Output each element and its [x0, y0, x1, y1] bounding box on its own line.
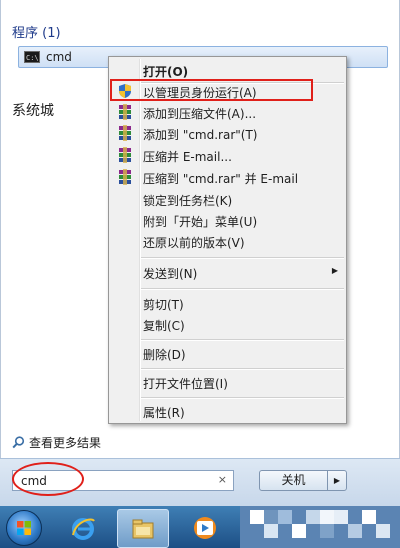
menu-item-label: 复制(C) [143, 319, 185, 333]
menu-item-open[interactable]: 打开(O) [111, 60, 344, 81]
search-icon [12, 436, 25, 449]
menu-item-label: 压缩到 "cmd.rar" 并 E-mail [143, 172, 299, 186]
search-input-value: cmd [21, 473, 47, 488]
menu-item-pin-to-start[interactable]: 附到「开始」菜单(U) [111, 210, 344, 231]
windows-logo-icon [17, 521, 31, 535]
menu-item-label: 还原以前的版本(V) [143, 236, 245, 250]
see-more-label: 查看更多结果 [29, 436, 102, 450]
ie-icon [72, 518, 95, 540]
winrar-icon [119, 104, 131, 120]
shield-icon [119, 84, 131, 98]
watermark-text: 系统城 [12, 103, 54, 119]
menu-separator [141, 339, 344, 341]
menu-item-copy[interactable]: 复制(C) [111, 314, 344, 335]
menu-item-label: 附到「开始」菜单(U) [143, 215, 258, 229]
menu-item-label: 压缩并 E-mail... [143, 150, 232, 164]
menu-item-run-as-admin[interactable]: 以管理员身份运行(A) [111, 81, 344, 102]
shutdown-button-group: 关机 ▶ [259, 470, 347, 491]
menu-item-add-to-archive[interactable]: 添加到压缩文件(A)... [111, 102, 344, 123]
shutdown-button[interactable]: 关机 [260, 471, 328, 490]
media-player-icon [194, 517, 216, 539]
menu-item-compress-and-email[interactable]: 压缩并 E-mail... [111, 145, 344, 166]
submenu-arrow-icon: ▶ [331, 266, 338, 275]
menu-item-label: 锁定到任务栏(K) [143, 194, 233, 208]
menu-item-label: 属性(R) [143, 406, 185, 420]
menu-separator [141, 257, 344, 259]
menu-item-label: 打开文件位置(I) [143, 377, 228, 391]
taskbar-media-player-button[interactable] [180, 509, 230, 546]
menu-item-label: 添加到 "cmd.rar"(T) [143, 128, 258, 142]
menu-item-label: 删除(D) [143, 348, 186, 362]
menu-item-label: 添加到压缩文件(A)... [143, 107, 257, 121]
menu-item-label: 打开(O) [143, 65, 189, 79]
menu-separator [141, 288, 344, 290]
programs-section-header: 程序 (1) [12, 26, 61, 41]
menu-item-pin-to-taskbar[interactable]: 锁定到任务栏(K) [111, 189, 344, 210]
menu-item-add-to-cmd-rar[interactable]: 添加到 "cmd.rar"(T) [111, 123, 344, 144]
context-menu: 打开(O) 以管理员身份运行(A) 添加到压缩文件(A)... 添加到 "cmd… [108, 56, 347, 424]
menu-item-send-to[interactable]: 发送到(N) ▶ [111, 262, 344, 283]
menu-item-open-file-location[interactable]: 打开文件位置(I) [111, 372, 344, 393]
menu-item-label: 发送到(N) [143, 267, 198, 281]
cmd-icon: C:\ [24, 51, 40, 63]
search-result-label: cmd [46, 50, 72, 64]
menu-item-restore-previous-versions[interactable]: 还原以前的版本(V) [111, 231, 344, 252]
shutdown-options-arrow-icon[interactable]: ▶ [328, 471, 346, 490]
menu-item-compress-to-cmd-rar-email[interactable]: 压缩到 "cmd.rar" 并 E-mail [111, 167, 344, 188]
menu-item-label: 以管理员身份运行(A) [143, 86, 257, 100]
menu-item-label: 剪切(T) [143, 298, 184, 312]
windows-start-orb[interactable] [6, 510, 42, 546]
explorer-icon [132, 519, 154, 539]
clear-search-icon[interactable]: × [218, 473, 227, 486]
taskbar-explorer-button[interactable] [117, 509, 169, 548]
winrar-icon [119, 169, 131, 185]
pixel-mosaic-watermark [240, 506, 400, 548]
start-search-input[interactable]: cmd × [12, 470, 234, 491]
menu-item-delete[interactable]: 删除(D) [111, 343, 344, 364]
see-more-results-link[interactable]: 查看更多结果 [12, 434, 101, 451]
menu-separator [141, 368, 344, 370]
menu-item-properties[interactable]: 属性(R) [111, 401, 344, 422]
winrar-icon [119, 125, 131, 141]
menu-item-cut[interactable]: 剪切(T) [111, 293, 344, 314]
menu-separator [141, 397, 344, 399]
winrar-icon [119, 147, 131, 163]
taskbar-ie-button[interactable] [58, 509, 108, 546]
